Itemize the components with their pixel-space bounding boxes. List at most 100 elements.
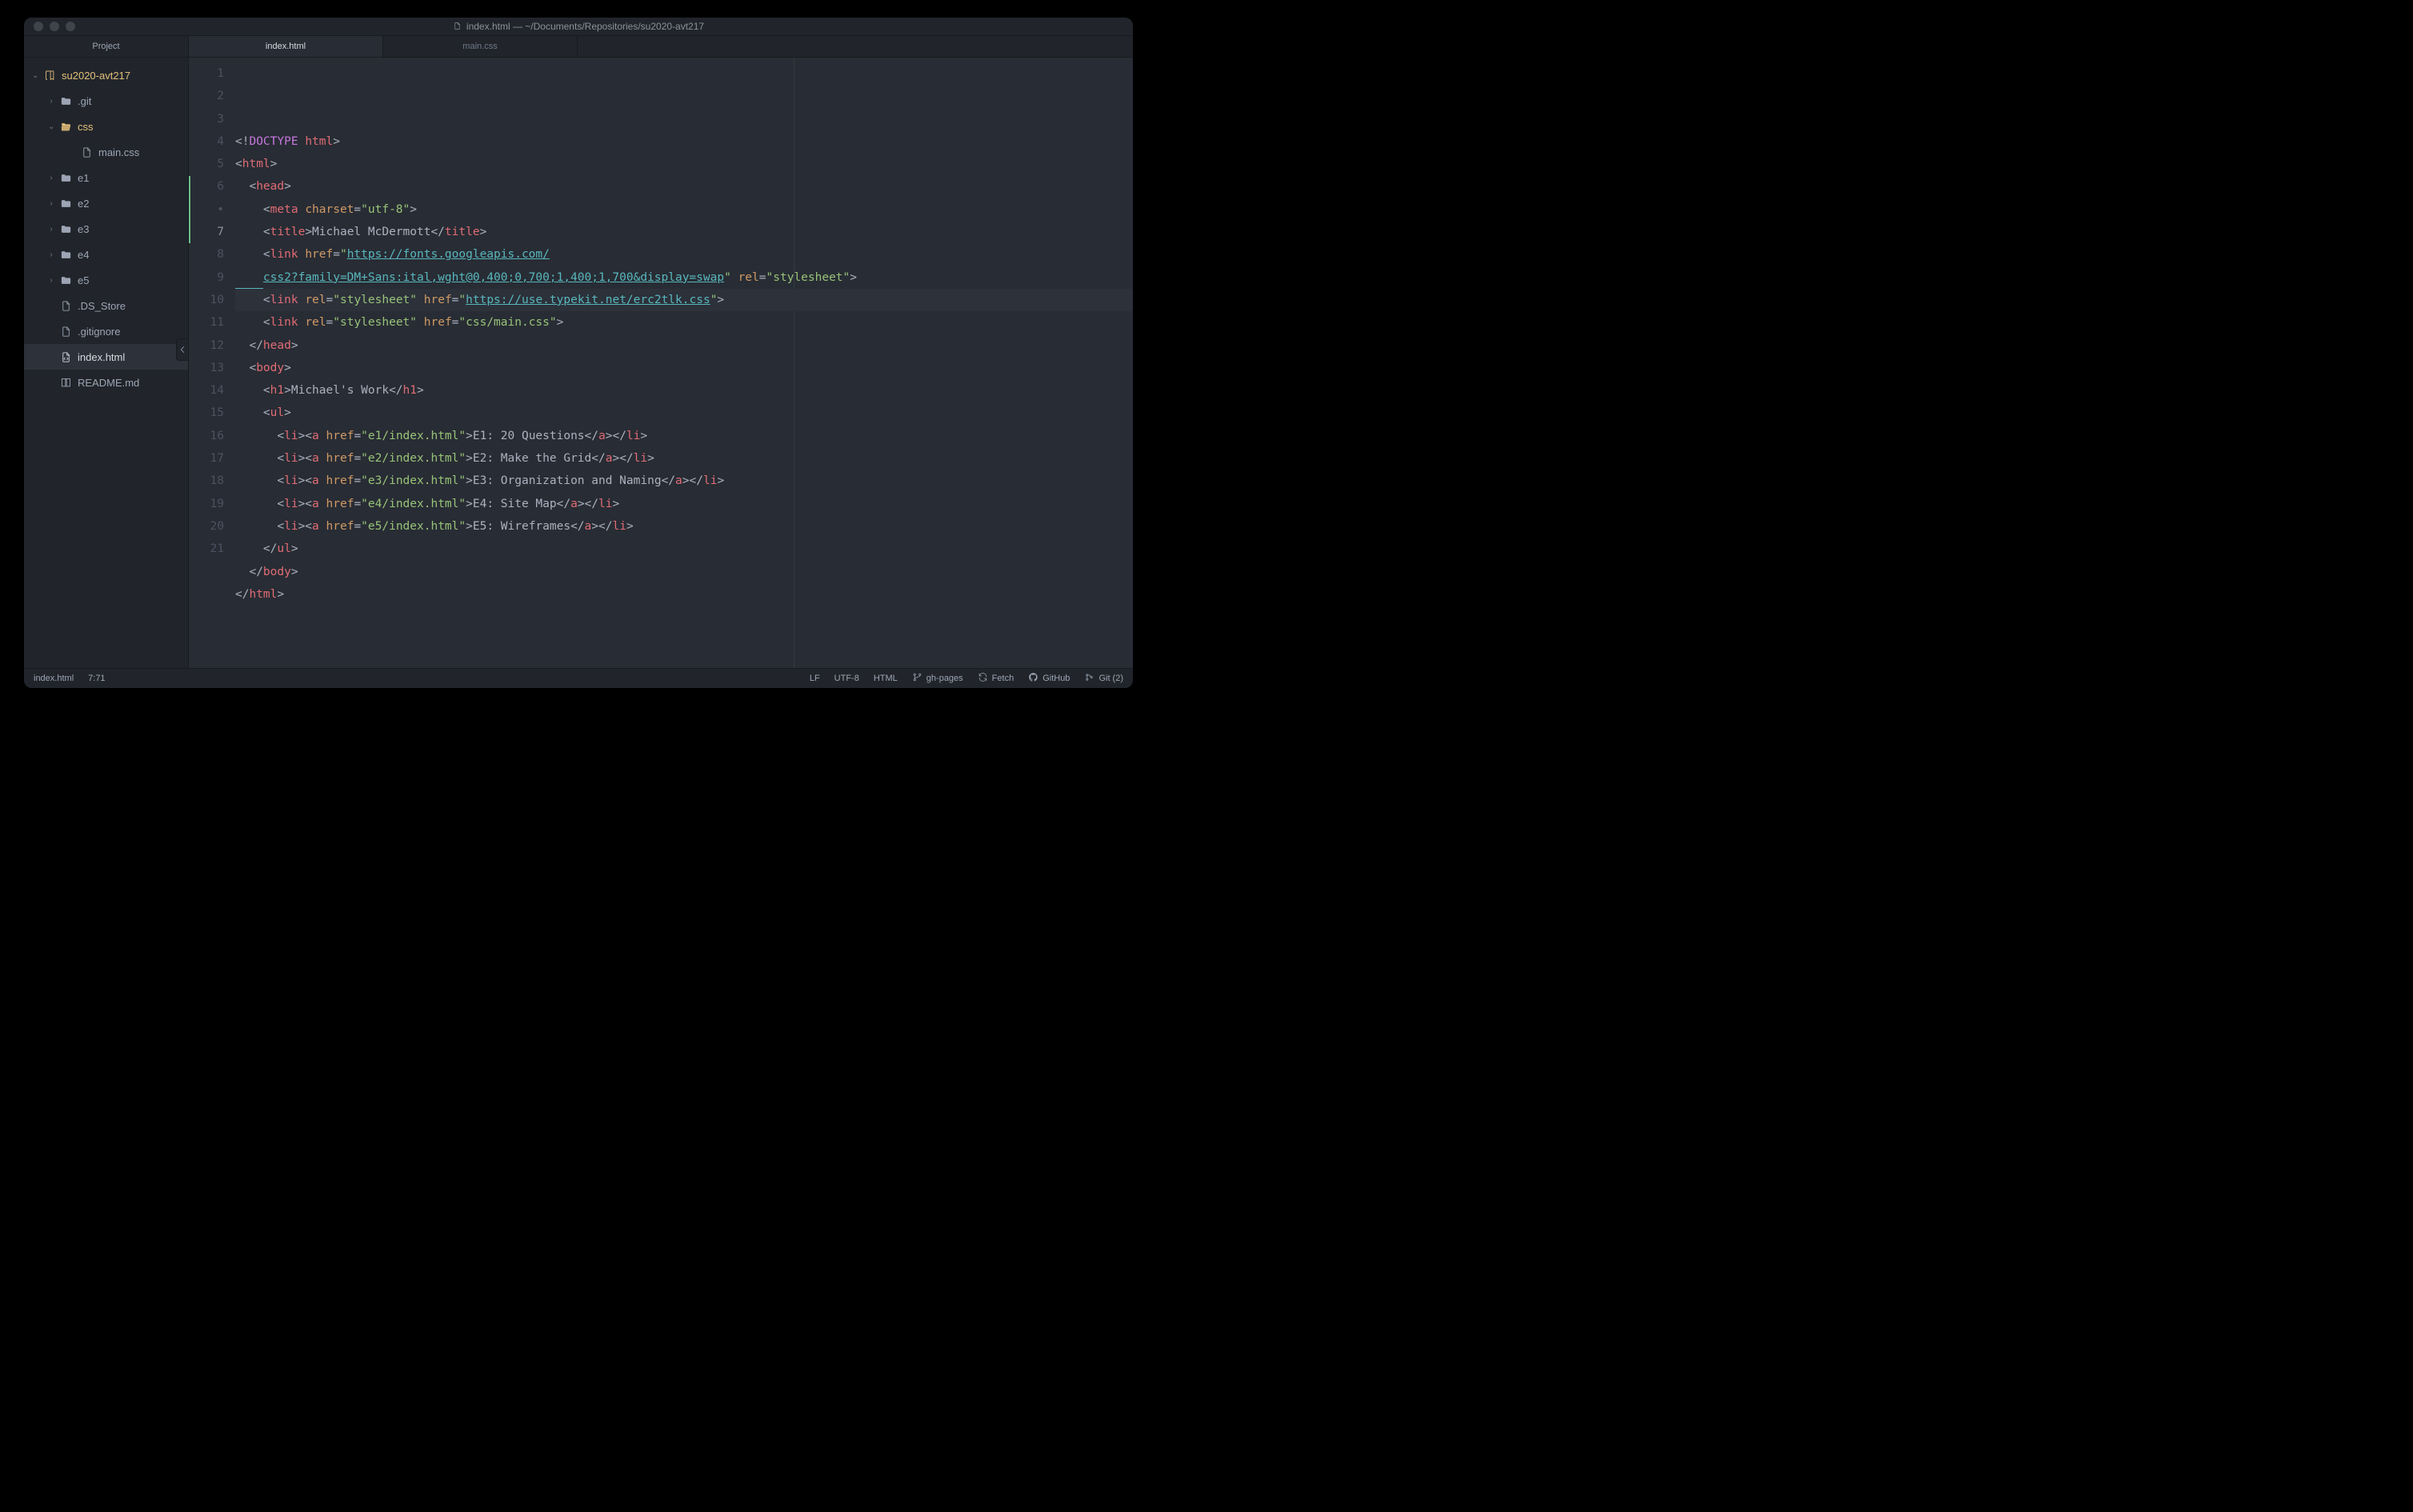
line-number: 21 bbox=[189, 538, 224, 560]
code-line[interactable]: </head> bbox=[235, 334, 1133, 357]
branch-icon bbox=[912, 672, 922, 685]
code-line[interactable]: <link href="https://fonts.googleapis.com… bbox=[235, 243, 1133, 266]
tree-item-e1[interactable]: ›e1 bbox=[24, 165, 188, 190]
tab-index-html[interactable]: index.html bbox=[189, 36, 383, 57]
line-number: • bbox=[189, 198, 224, 221]
folder-icon bbox=[60, 223, 72, 235]
tree-item-e2[interactable]: › e2 bbox=[24, 190, 188, 216]
file-icon bbox=[453, 22, 462, 32]
status-git-label: Git (2) bbox=[1098, 674, 1123, 683]
repo-icon bbox=[44, 70, 56, 82]
code-line[interactable]: <html> bbox=[235, 153, 1133, 175]
tree-item-label: e1 bbox=[78, 172, 89, 184]
line-number: 5 bbox=[189, 153, 224, 175]
code-line[interactable]: <!DOCTYPE html> bbox=[235, 130, 1133, 153]
tree-item-index-html[interactable]: index.html bbox=[24, 344, 188, 370]
window-title-text: index.html — ~/Documents/Repositories/su… bbox=[466, 21, 704, 32]
code-line[interactable]: <li><a href="e1/index.html">E1: 20 Quest… bbox=[235, 425, 1133, 447]
editor[interactable]: 123456•789101112131415161718192021 <!DOC… bbox=[189, 58, 1133, 668]
chevron-down-icon: ⌄ bbox=[32, 71, 38, 80]
code-line[interactable]: <h1>Michael's Work</h1> bbox=[235, 379, 1133, 402]
tree-item-main-css[interactable]: main.css bbox=[24, 139, 188, 165]
line-number: 10 bbox=[189, 289, 224, 311]
tab-label: index.html bbox=[266, 42, 306, 51]
status-branch-label: gh-pages bbox=[926, 674, 963, 683]
tree-item--git[interactable]: ›.git bbox=[24, 88, 188, 114]
line-number: 12 bbox=[189, 334, 224, 357]
traffic-lights bbox=[24, 22, 75, 31]
code-line[interactable]: </html> bbox=[235, 583, 1133, 606]
tree-item-label: e2 bbox=[78, 198, 89, 210]
status-github[interactable]: GitHub bbox=[1028, 672, 1070, 685]
line-number: 20 bbox=[189, 515, 224, 538]
status-lang[interactable]: HTML bbox=[874, 674, 898, 683]
tree-item--ds-store[interactable]: .DS_Store bbox=[24, 293, 188, 318]
chevron-right-icon: › bbox=[48, 199, 54, 208]
code-line[interactable]: <li><a href="e3/index.html">E3: Organiza… bbox=[235, 470, 1133, 492]
git-icon bbox=[1084, 672, 1094, 685]
code-line[interactable]: <ul> bbox=[235, 402, 1133, 424]
line-number: 3 bbox=[189, 108, 224, 130]
line-number: 6 bbox=[189, 175, 224, 198]
sidebar: Project ⌄su2020-avt217›.git⌄cssmain.css›… bbox=[24, 36, 189, 668]
editor-column: index.htmlmain.css 123456•78910111213141… bbox=[189, 36, 1133, 668]
code-icon bbox=[60, 351, 72, 363]
status-cursor[interactable]: 7:71 bbox=[88, 674, 105, 683]
tree-item-label: main.css bbox=[98, 146, 139, 158]
tree-item-label: README.md bbox=[78, 377, 139, 389]
code-line[interactable] bbox=[235, 606, 1133, 628]
line-number: 7 bbox=[189, 221, 224, 243]
line-number: 2 bbox=[189, 85, 224, 107]
code-line[interactable]: <link rel="stylesheet" href="css/main.cs… bbox=[235, 311, 1133, 334]
file-tree[interactable]: ⌄su2020-avt217›.git⌄cssmain.css›e1›e2›e3… bbox=[24, 58, 188, 668]
code-line[interactable]: <li><a href="e2/index.html">E2: Make the… bbox=[235, 447, 1133, 470]
code-line[interactable]: </body> bbox=[235, 561, 1133, 583]
code-line[interactable]: <body> bbox=[235, 357, 1133, 379]
code-line[interactable]: <meta charset="utf-8"> bbox=[235, 198, 1133, 221]
status-git[interactable]: Git (2) bbox=[1084, 672, 1123, 685]
status-file[interactable]: index.html bbox=[34, 674, 74, 683]
chevron-down-icon: ⌄ bbox=[48, 122, 54, 131]
git-diff-marker bbox=[189, 176, 190, 244]
line-number: 16 bbox=[189, 425, 224, 447]
tab-main-css[interactable]: main.css bbox=[383, 36, 578, 57]
line-number: 1 bbox=[189, 62, 224, 85]
folder-open-icon bbox=[60, 121, 72, 133]
tree-item-css[interactable]: ⌄css bbox=[24, 114, 188, 139]
status-fetch[interactable]: Fetch bbox=[978, 672, 1014, 685]
tree-item-e4[interactable]: ›e4 bbox=[24, 242, 188, 267]
line-number: 8 bbox=[189, 243, 224, 266]
line-number: 18 bbox=[189, 470, 224, 492]
gutter: 123456•789101112131415161718192021 bbox=[189, 58, 235, 668]
close-traffic-light[interactable] bbox=[34, 22, 43, 31]
line-number: 4 bbox=[189, 130, 224, 153]
tree-item-e3[interactable]: ›e3 bbox=[24, 216, 188, 242]
code-line[interactable]: <title>Michael McDermott</title> bbox=[235, 221, 1133, 243]
tree-item-e5[interactable]: ›e5 bbox=[24, 267, 188, 293]
code-line[interactable]: css2?family=DM+Sans:ital,wght@0,400;0,70… bbox=[235, 266, 1133, 289]
code-line[interactable]: <head> bbox=[235, 175, 1133, 198]
code-line[interactable]: <li><a href="e5/index.html">E5: Wirefram… bbox=[235, 515, 1133, 538]
status-encoding[interactable]: UTF-8 bbox=[834, 674, 859, 683]
window-title: index.html — ~/Documents/Repositories/su… bbox=[24, 21, 1133, 32]
folder-icon bbox=[60, 274, 72, 286]
tree-item-readme-md[interactable]: README.md bbox=[24, 370, 188, 395]
minimize-traffic-light[interactable] bbox=[50, 22, 59, 31]
tree-item-su2020-avt217[interactable]: ⌄su2020-avt217 bbox=[24, 62, 188, 88]
status-branch[interactable]: gh-pages bbox=[912, 672, 963, 685]
code-line[interactable]: <li><a href="e4/index.html">E4: Site Map… bbox=[235, 493, 1133, 515]
tree-item--gitignore[interactable]: .gitignore bbox=[24, 318, 188, 344]
tree-item-label: e5 bbox=[78, 274, 89, 286]
code-line[interactable]: <link rel="stylesheet" href="https://use… bbox=[235, 289, 1133, 311]
zoom-traffic-light[interactable] bbox=[66, 22, 75, 31]
status-github-label: GitHub bbox=[1042, 674, 1070, 683]
sidebar-collapse-handle[interactable] bbox=[176, 338, 189, 361]
status-line-ending[interactable]: LF bbox=[810, 674, 820, 683]
tree-item-label: .DS_Store bbox=[78, 300, 126, 312]
folder-icon bbox=[60, 172, 72, 184]
line-number: 15 bbox=[189, 402, 224, 424]
file-icon bbox=[60, 326, 72, 338]
code-line[interactable]: </ul> bbox=[235, 538, 1133, 560]
code-area[interactable]: <!DOCTYPE html><html> <head> <meta chars… bbox=[235, 58, 1133, 668]
chevron-right-icon: › bbox=[48, 250, 54, 259]
